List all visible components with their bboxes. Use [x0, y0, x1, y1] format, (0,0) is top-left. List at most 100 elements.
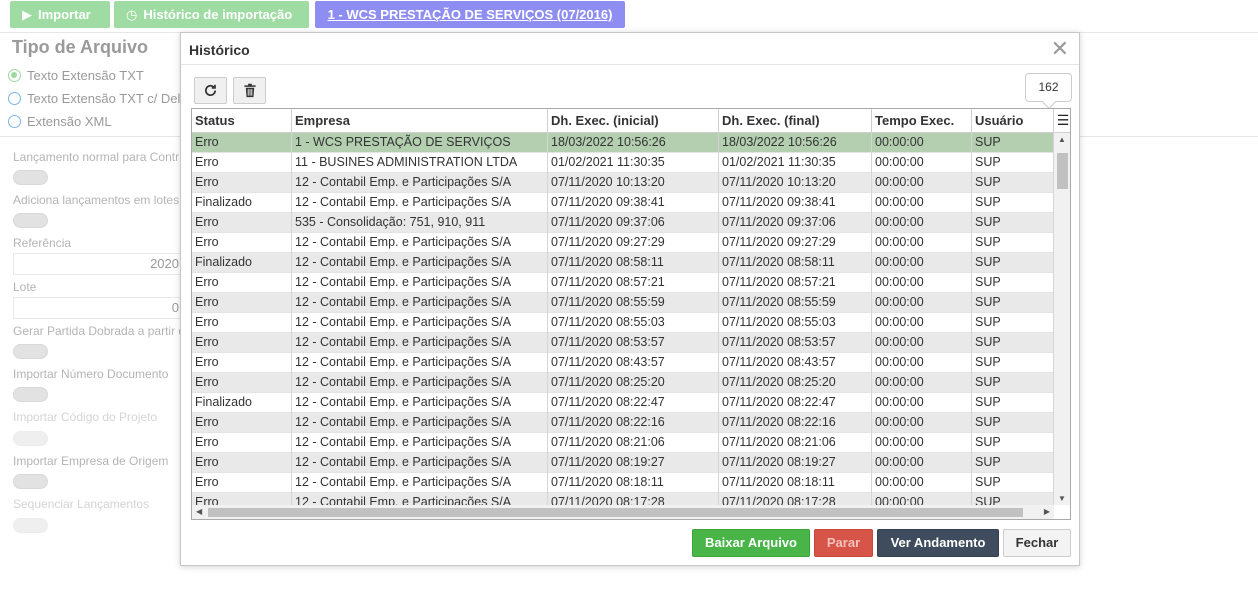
table-row[interactable]: Erro 12 - Contabil Emp. e Participações S…	[192, 473, 1054, 493]
column-header-status[interactable]: Status	[192, 109, 292, 133]
radio-xml[interactable]: Extensão XML	[8, 114, 112, 130]
sequence-entries-toggle[interactable]	[13, 518, 48, 533]
table-row[interactable]: Erro 12 - Contabil Emp. e Participações S…	[192, 373, 1054, 393]
close-icon[interactable]: ✕	[1051, 36, 1069, 62]
table-cell: 07/11/2020 08:22:16	[719, 413, 872, 433]
stop-button[interactable]: Parar	[814, 529, 873, 557]
batch-input[interactable]: 0	[13, 297, 183, 319]
view-progress-button[interactable]: Ver Andamento	[877, 529, 999, 557]
table-cell: SUP	[972, 253, 1054, 273]
column-header-start[interactable]: Dh. Exec. (inicial)	[548, 109, 719, 133]
radio-txt[interactable]: Texto Extensão TXT	[8, 68, 144, 84]
table-row[interactable]: Erro 1 - WCS PRESTAÇÃO DE SERVIÇOS 18/03/2…	[192, 133, 1054, 153]
table-cell: SUP	[972, 293, 1054, 313]
scroll-left-icon[interactable]: ◀	[196, 507, 202, 516]
table-cell: SUP	[972, 173, 1054, 193]
table-cell: 07/11/2020 10:13:20	[719, 173, 872, 193]
company-tab[interactable]: 1 - WCS PRESTAÇÃO DE SERVIÇOS (07/2016)	[315, 1, 625, 28]
table-row[interactable]: Erro 12 - Contabil Emp. e Participações S…	[192, 353, 1054, 373]
table-cell: 07/11/2020 09:27:29	[548, 233, 719, 253]
table-row[interactable]: Erro 12 - Contabil Emp. e Participações S…	[192, 453, 1054, 473]
column-header-user[interactable]: Usuário	[972, 109, 1054, 133]
table-cell: 11 - BUSINES ADMINISTRATION LTDA	[292, 153, 548, 173]
record-count-badge: 162	[1025, 73, 1072, 102]
table-row[interactable]: Erro 12 - Contabil Emp. e Participações S…	[192, 293, 1054, 313]
table-cell: 18/03/2022 10:56:26	[548, 133, 719, 153]
table-cell: 07/11/2020 08:22:47	[548, 393, 719, 413]
scroll-right-icon[interactable]: ▶	[1044, 507, 1050, 516]
table-cell: 07/11/2020 08:53:57	[719, 333, 872, 353]
table-row[interactable]: Erro 535 - Consolidação: 751, 910, 911 07/…	[192, 213, 1054, 233]
table-cell: 12 - Contabil Emp. e Participações S/A	[292, 293, 548, 313]
download-file-button[interactable]: Baixar Arquivo	[692, 529, 810, 557]
normal-entry-toggle[interactable]	[13, 170, 48, 185]
table-cell: 00:00:00	[872, 193, 972, 213]
horizontal-scrollbar[interactable]: ◀ ▶	[192, 505, 1054, 519]
import-history-button[interactable]: ◷ Histórico de importação	[114, 1, 309, 28]
radio-txt-delimiter[interactable]: Texto Extensão TXT c/ Del	[8, 91, 180, 107]
table-cell: 00:00:00	[872, 153, 972, 173]
table-row[interactable]: Finalizado 12 - Contabil Emp. e Participa…	[192, 253, 1054, 273]
table-row[interactable]: Erro 12 - Contabil Emp. e Participações S…	[192, 433, 1054, 453]
table-row[interactable]: Erro 12 - Contabil Emp. e Participações S…	[192, 173, 1054, 193]
delete-button[interactable]	[233, 77, 266, 104]
table-cell: 00:00:00	[872, 293, 972, 313]
import-button[interactable]: ▶ Importar	[10, 1, 110, 28]
table-cell: 07/11/2020 08:25:20	[719, 373, 872, 393]
table-cell: 12 - Contabil Emp. e Participações S/A	[292, 173, 548, 193]
table-cell: 07/11/2020 08:58:11	[719, 253, 872, 273]
scroll-down-icon[interactable]: ▼	[1058, 494, 1066, 503]
column-header-end[interactable]: Dh. Exec. (final)	[719, 109, 872, 133]
table-row[interactable]: Erro 11 - BUSINES ADMINISTRATION LTDA 01/0…	[192, 153, 1054, 173]
table-cell: Erro	[192, 213, 292, 233]
import-project-code-toggle[interactable]	[13, 431, 48, 446]
vertical-scrollbar[interactable]: ▲ ▼	[1054, 133, 1070, 505]
import-doc-number-toggle[interactable]	[13, 387, 48, 402]
refresh-button[interactable]	[194, 77, 227, 104]
table-row[interactable]: Erro 12 - Contabil Emp. e Participações S…	[192, 493, 1054, 505]
import-origin-company-toggle[interactable]	[13, 474, 48, 489]
close-button[interactable]: Fechar	[1003, 529, 1071, 557]
table-cell: 535 - Consolidação: 751, 910, 911	[292, 213, 548, 233]
batch-label: Lote	[13, 280, 37, 294]
table-cell: 00:00:00	[872, 373, 972, 393]
table-row[interactable]: Erro 12 - Contabil Emp. e Participações S…	[192, 233, 1054, 253]
table-cell: 00:00:00	[872, 313, 972, 333]
table-cell: 01/02/2021 11:30:35	[719, 153, 872, 173]
hamburger-menu-icon[interactable]: ☰	[1054, 109, 1070, 133]
table-cell: SUP	[972, 153, 1054, 173]
table-cell: 07/11/2020 08:55:59	[719, 293, 872, 313]
table-row[interactable]: Erro 12 - Contabil Emp. e Participações S…	[192, 273, 1054, 293]
table-cell: 00:00:00	[872, 333, 972, 353]
table-cell: SUP	[972, 133, 1054, 153]
table-row[interactable]: Erro 12 - Contabil Emp. e Participações S…	[192, 313, 1054, 333]
table-cell: SUP	[972, 493, 1054, 505]
app-root: ▶ Importar ◷ Histórico de importação 1 - W…	[0, 0, 1258, 598]
horizontal-scroll-thumb[interactable]	[208, 508, 1023, 517]
table-cell: 12 - Contabil Emp. e Participações S/A	[292, 253, 548, 273]
table-cell: SUP	[972, 313, 1054, 333]
table-row[interactable]: Erro 12 - Contabil Emp. e Participações S…	[192, 333, 1054, 353]
table-cell: SUP	[972, 473, 1054, 493]
table-row[interactable]: Finalizado 12 - Contabil Emp. e Participa…	[192, 193, 1054, 213]
batch-entries-toggle[interactable]	[13, 213, 48, 228]
divider	[181, 64, 1079, 65]
double-entry-toggle[interactable]	[13, 344, 48, 359]
dialog-title: Histórico	[189, 42, 250, 58]
scroll-up-icon[interactable]: ▲	[1058, 135, 1066, 144]
table-cell: SUP	[972, 393, 1054, 413]
table-row[interactable]: Erro 12 - Contabil Emp. e Participações S…	[192, 413, 1054, 433]
table-cell: SUP	[972, 413, 1054, 433]
column-header-company[interactable]: Empresa	[292, 109, 548, 133]
vertical-scroll-thumb[interactable]	[1057, 153, 1068, 189]
table-cell: 1 - WCS PRESTAÇÃO DE SERVIÇOS	[292, 133, 548, 153]
table-row[interactable]: Finalizado 12 - Contabil Emp. e Participa…	[192, 393, 1054, 413]
table-cell: 07/11/2020 08:22:16	[548, 413, 719, 433]
column-header-duration[interactable]: Tempo Exec.	[872, 109, 972, 133]
table-cell: 07/11/2020 08:21:06	[548, 433, 719, 453]
clock-icon: ◷	[126, 7, 138, 22]
reference-input[interactable]: 2020	[13, 253, 183, 275]
table-cell: 07/11/2020 08:55:59	[548, 293, 719, 313]
table-cell: 00:00:00	[872, 273, 972, 293]
table-cell: 12 - Contabil Emp. e Participações S/A	[292, 273, 548, 293]
